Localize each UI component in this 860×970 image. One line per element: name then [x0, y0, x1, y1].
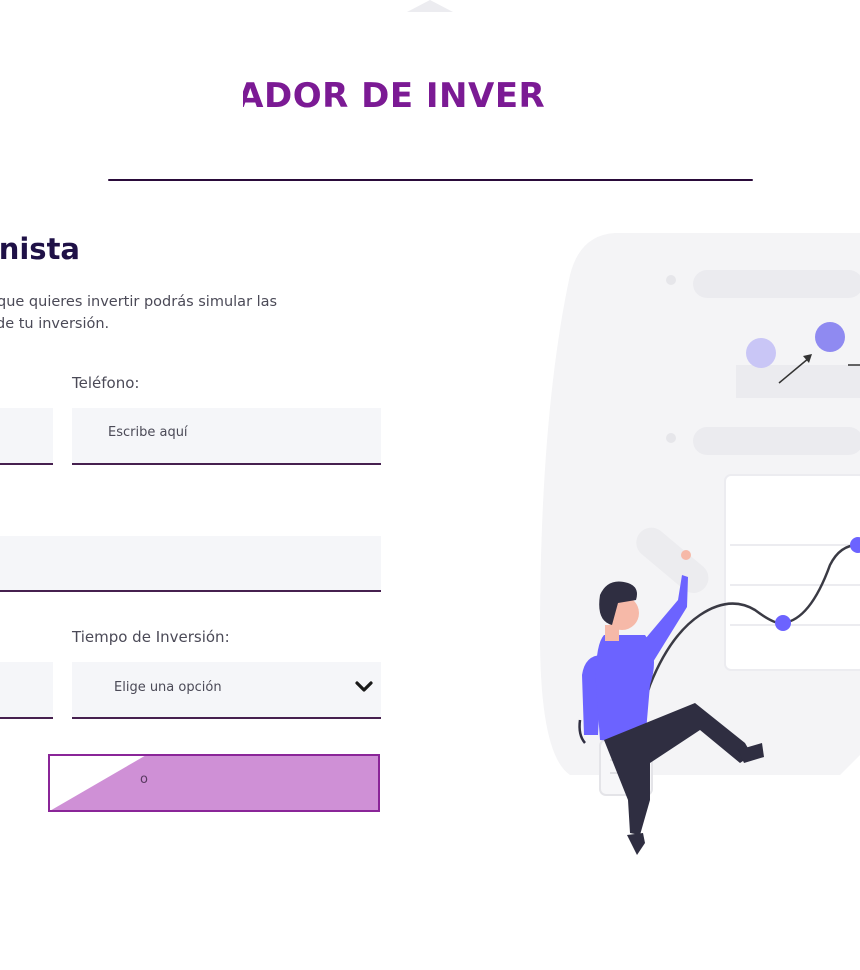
investment-time-select[interactable]: Elige una opción — [72, 662, 381, 719]
email-input[interactable] — [0, 536, 381, 592]
simulate-button[interactable]: o — [48, 754, 380, 812]
description-line-2: de tu inversión. — [0, 316, 110, 332]
description-line-1: que quieres invertir podrás simular las — [0, 294, 278, 310]
investment-illustration — [540, 233, 860, 855]
section-description: que quieres invertir podrás simular las … — [0, 291, 380, 335]
title-divider — [108, 179, 753, 181]
investment-time-label: Tiempo de Inversión: — [72, 628, 230, 646]
amount-input[interactable] — [0, 662, 53, 719]
phone-label: Teléfono: — [72, 374, 140, 392]
section-title-text: nista — [0, 232, 80, 266]
button-cut-corner — [50, 756, 148, 810]
page-title: LADOR DE INVER — [243, 74, 627, 118]
name-input[interactable] — [0, 408, 53, 465]
phone-input[interactable]: Escribe aquí — [72, 408, 381, 465]
chevron-down-icon[interactable] — [355, 680, 373, 694]
scroll-up-arrow-icon[interactable] — [407, 0, 453, 12]
investment-time-selected-value: Elige una opción — [114, 680, 222, 695]
phone-placeholder: Escribe aquí — [108, 425, 188, 440]
simulate-button-label: o — [140, 772, 148, 787]
page-title-text: LADOR DE INVER — [243, 76, 546, 116]
